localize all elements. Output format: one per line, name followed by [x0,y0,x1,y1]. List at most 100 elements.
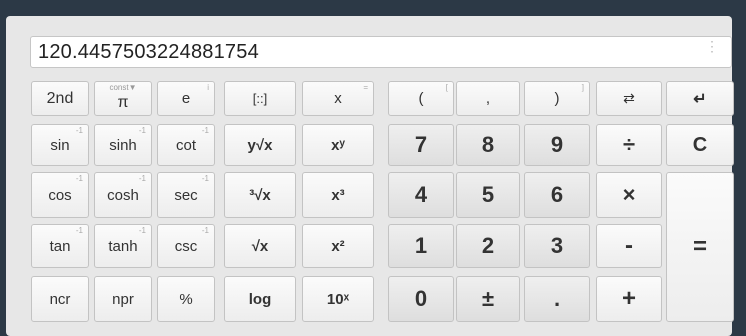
matrix-label: [::] [252,91,268,106]
paren-close-button[interactable]: ) ] [524,81,590,116]
digit-2-button[interactable]: 2 [456,224,520,268]
cos-button[interactable]: cos -1 [31,172,89,218]
paren-close-sup-label: ] [581,83,584,92]
digit-3-label: 3 [550,233,564,258]
square-root-button[interactable]: √x [224,224,296,268]
comma-label: , [485,90,491,107]
npr-label: npr [112,290,134,308]
sinh-label: sinh [109,136,137,154]
paren-open-button[interactable]: ( [ [388,81,454,116]
plus-button[interactable]: + [596,276,662,322]
nth-root-button[interactable]: y√x [224,124,296,166]
digit-8-label: 8 [481,132,495,157]
tanh-button[interactable]: tanh -1 [94,224,152,268]
percent-label: % [179,290,193,308]
second-function-button[interactable]: 2nd [31,81,89,116]
cosh-button[interactable]: cosh -1 [94,172,152,218]
percent-button[interactable]: % [157,276,215,322]
digit-8-button[interactable]: 8 [456,124,520,166]
sin-inverse-label: -1 [75,126,83,135]
digit-9-label: 9 [550,132,564,157]
npr-button[interactable]: npr [94,276,152,322]
ncr-button[interactable]: ncr [31,276,89,322]
digit-1-label: 1 [414,233,428,258]
square-button[interactable]: x² [302,224,374,268]
digit-6-label: 6 [550,182,564,207]
digit-7-label: 7 [414,132,428,157]
nth-root-label: y√x [247,136,273,154]
decimal-point-button[interactable]: . [524,276,590,322]
digit-5-label: 5 [481,182,495,207]
digit-7-button[interactable]: 7 [388,124,454,166]
digit-0-label: 0 [414,286,428,311]
csc-label: csc [174,237,198,255]
x-label: x [334,90,342,107]
power-label: xʸ [331,136,345,154]
square-root-label: √x [251,237,269,255]
digit-6-button[interactable]: 6 [524,172,590,218]
digit-1-button[interactable]: 1 [388,224,454,268]
pi-label: π [117,93,129,111]
plus-label: + [621,285,636,312]
comma-button[interactable]: , [456,81,520,116]
sec-button[interactable]: sec -1 [157,172,215,218]
digit-9-button[interactable]: 9 [524,124,590,166]
clear-label: C [692,133,708,156]
cube-label: x³ [331,186,345,204]
cot-button[interactable]: cot -1 [157,124,215,166]
digit-2-label: 2 [481,233,495,258]
plus-minus-button[interactable]: ± [456,276,520,322]
divide-button[interactable]: ÷ [596,124,662,166]
digit-5-button[interactable]: 5 [456,172,520,218]
multiply-label: × [622,182,636,207]
sinh-inverse-label: -1 [138,126,146,135]
cube-root-button[interactable]: ³√x [224,172,296,218]
tan-inverse-label: -1 [75,226,83,235]
digit-0-button[interactable]: 0 [388,276,454,322]
x-sup-label: = [363,83,368,92]
sinh-button[interactable]: sinh -1 [94,124,152,166]
cosh-inverse-label: -1 [138,174,146,183]
matrix-button[interactable]: [::] [224,81,296,116]
clear-button[interactable]: C [666,124,734,166]
sec-inverse-label: -1 [201,174,209,183]
e-button[interactable]: e i [157,81,215,116]
divide-label: ÷ [622,132,636,157]
const-dropdown-label: const▼ [109,83,137,92]
backspace-button[interactable]: ↵ [666,81,734,116]
log-label: log [248,290,272,308]
e-sup-label: i [207,83,209,92]
digit-4-button[interactable]: 4 [388,172,454,218]
display-menu-icon[interactable]: ⋮ [705,39,719,53]
second-label: 2nd [46,89,74,107]
power-button[interactable]: xʸ [302,124,374,166]
cube-button[interactable]: x³ [302,172,374,218]
sec-label: sec [174,186,198,204]
paren-close-label: ) [554,90,560,107]
ten-power-label: 10ˣ [326,290,350,308]
tan-button[interactable]: tan -1 [31,224,89,268]
cot-inverse-label: -1 [201,126,209,135]
log-button[interactable]: log [224,276,296,322]
multiply-button[interactable]: × [596,172,662,218]
equals-label: = [692,233,707,260]
swap-icon-button[interactable]: ⇄ [596,81,662,116]
csc-button[interactable]: csc -1 [157,224,215,268]
digit-4-label: 4 [414,182,428,207]
equals-button[interactable]: = [666,172,734,322]
sin-button[interactable]: sin -1 [31,124,89,166]
minus-label: - [625,232,633,259]
decimal-point-label: . [553,286,561,311]
pi-const-button[interactable]: const▼ π [94,81,152,116]
variable-x-button[interactable]: x = [302,81,374,116]
minus-button[interactable]: - [596,224,662,268]
ten-power-button[interactable]: 10ˣ [302,276,374,322]
ncr-label: ncr [49,290,71,308]
plus-minus-label: ± [481,286,495,311]
tanh-inverse-label: -1 [138,226,146,235]
digit-3-button[interactable]: 3 [524,224,590,268]
calculator-display[interactable]: 120.4457503224881754 ⋮ [30,36,732,68]
swap-icon: ⇄ [623,90,635,106]
paren-open-label: ( [418,90,424,107]
backspace-icon: ↵ [693,90,707,108]
